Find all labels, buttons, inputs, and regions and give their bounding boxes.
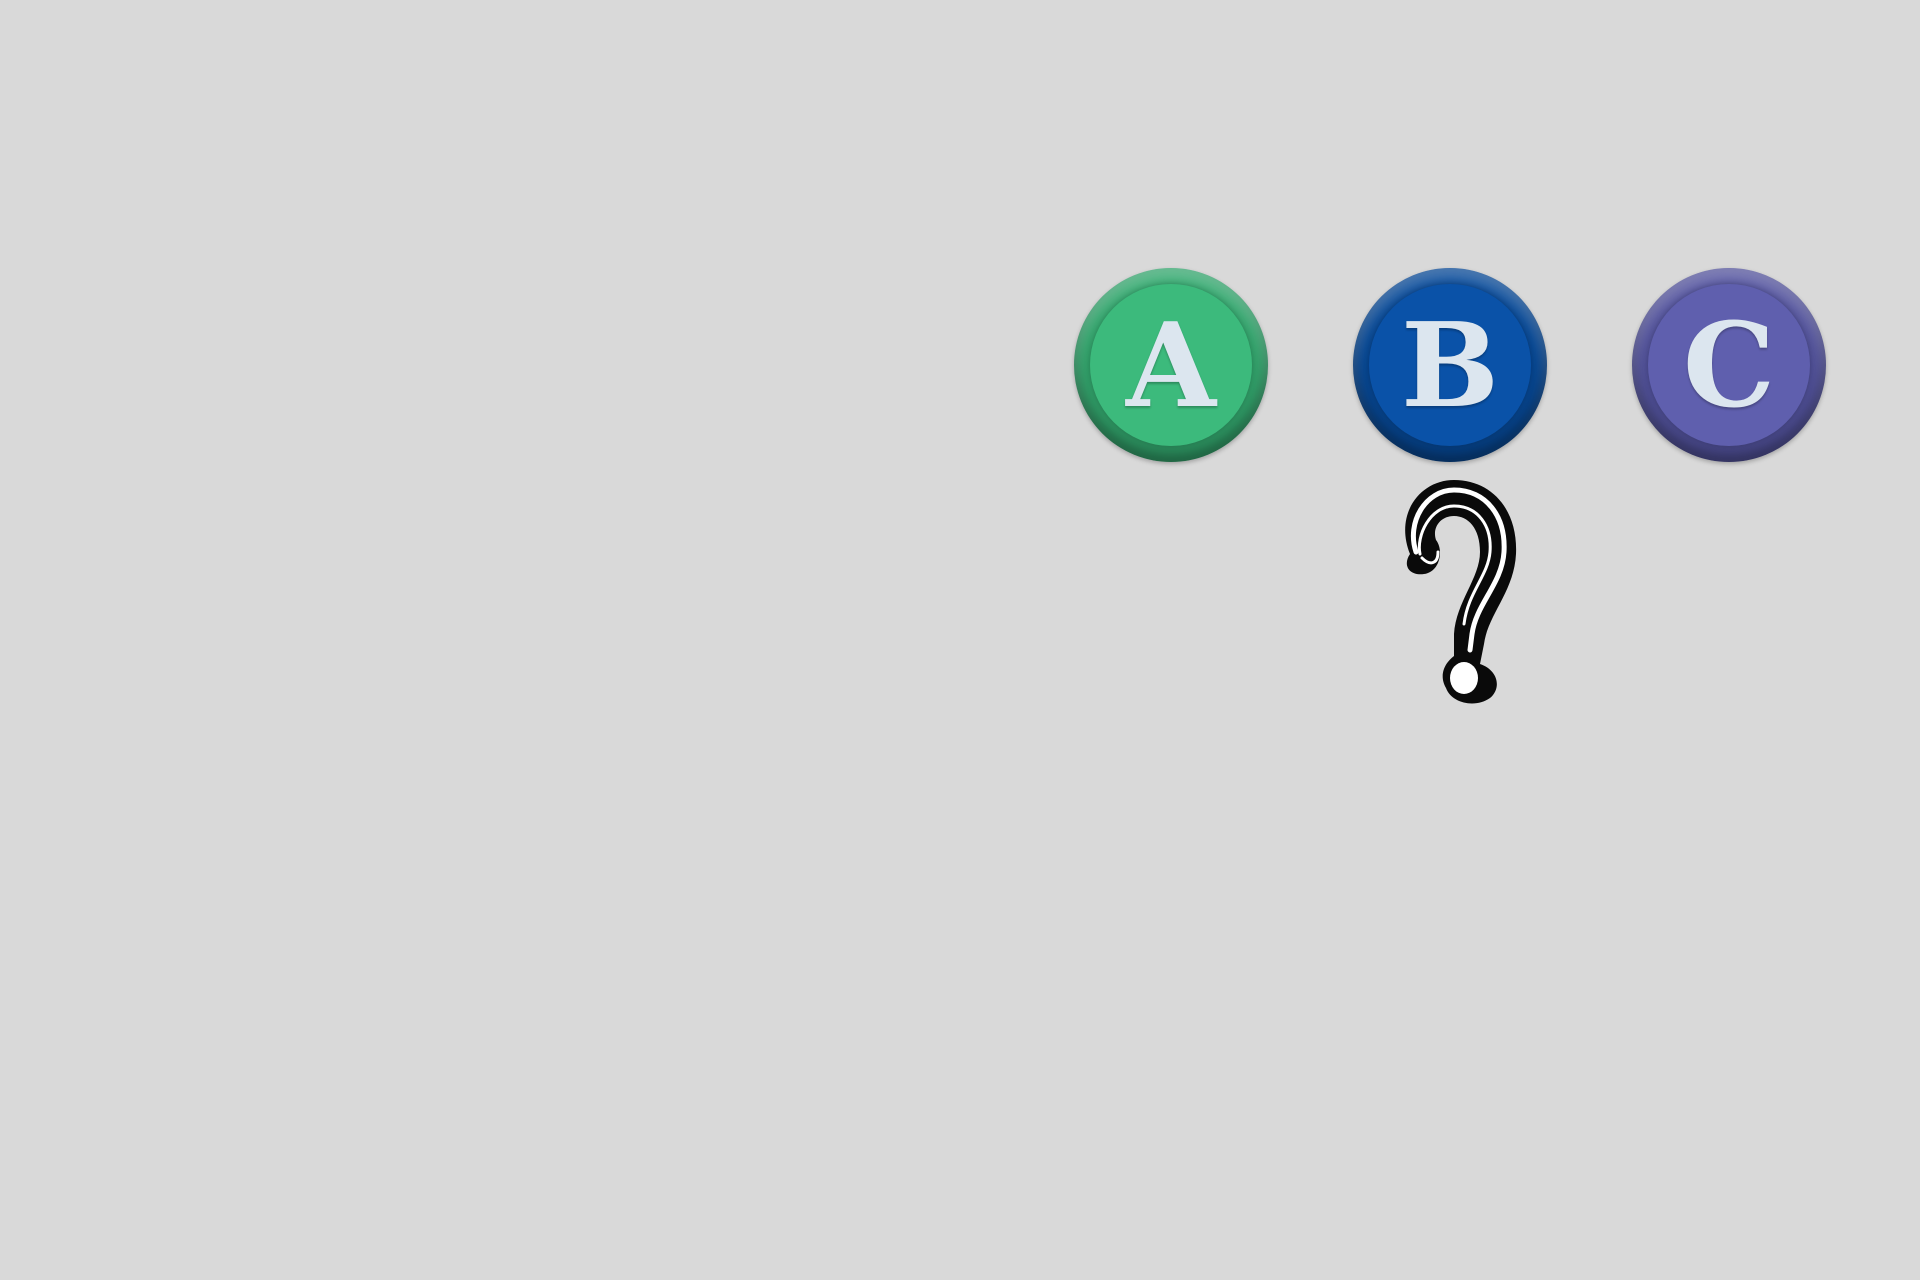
option-c-button[interactable]: C: [1632, 268, 1826, 462]
option-a-button[interactable]: A: [1074, 268, 1268, 462]
quiz-stage: A B C: [0, 0, 1920, 1280]
option-b-button[interactable]: B: [1353, 268, 1547, 462]
option-c-label: C: [1682, 298, 1776, 434]
option-b-label: B: [1400, 298, 1500, 434]
option-a-label: A: [1125, 298, 1216, 434]
question-mark-icon: [1405, 480, 1517, 704]
